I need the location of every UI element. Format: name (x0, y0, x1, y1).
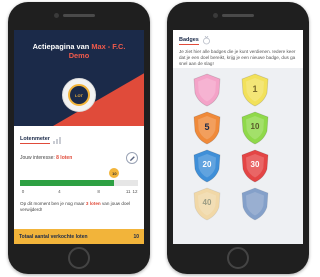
page-title-prefix: Actiepagina van (32, 42, 90, 51)
phone-left: Actiepagina van Max - F.C. Demo LOT Lote… (8, 2, 150, 274)
goal-hint: Op dit moment ben je nog maar 3 loten va… (14, 196, 144, 213)
interest-label: Jouw interesse: 8 loten (20, 155, 72, 161)
interest-row: Jouw interesse: 8 loten (14, 144, 144, 164)
badge-shield[interactable]: 10 (240, 111, 270, 145)
lottery-meter-title: Lotenmeter (20, 136, 50, 144)
total-sold-label: Totaal aantal verkochte loten (19, 233, 88, 240)
interest-label-text: Jouw interesse: (20, 155, 55, 161)
hint-prefix: Op dit moment ben je nog maar (20, 201, 85, 206)
badge-number: 20 (202, 160, 212, 169)
badge-shield[interactable]: 30 (240, 149, 270, 183)
shield-icon (193, 73, 221, 107)
badges-grid: 1 5 10 20 30 40 (173, 68, 303, 244)
interest-value: 8 loten (56, 155, 73, 161)
page-title-name: Max - F.C. (91, 42, 126, 51)
badges-screen: Badges Je ziet hier alle badges die je k… (173, 30, 303, 244)
badge-number: 1 (252, 84, 258, 94)
badge-number: 10 (250, 122, 260, 131)
camera-icon (213, 13, 218, 18)
badge-number: 30 (250, 160, 260, 169)
badge-shield[interactable]: 40 (192, 187, 222, 221)
hint-highlight: 3 loten (85, 201, 101, 206)
lottery-progress-bar: 10 (20, 168, 138, 188)
hero-banner: Actiepagina van Max - F.C. Demo LOT (14, 30, 144, 126)
badges-header: Badges (173, 30, 303, 45)
club-logo: LOT (62, 78, 96, 112)
crest-text: LOT (75, 92, 83, 98)
badge-shield[interactable]: 5 (192, 111, 222, 145)
crest-icon: LOT (68, 84, 90, 106)
total-sold-bar: Totaal aantal verkochte loten 10 (14, 229, 144, 244)
badge-shield[interactable]: 20 (192, 149, 222, 183)
camera-icon (54, 13, 59, 18)
bar-chart-icon (52, 136, 61, 144)
badge-number: 40 (202, 198, 212, 207)
badge-shield[interactable]: 1 (240, 73, 270, 107)
badge-number: 5 (204, 122, 210, 132)
lottery-meter-header: Lotenmeter (14, 126, 144, 144)
speaker-grille (222, 14, 254, 17)
home-button[interactable] (227, 247, 249, 269)
badges-title: Badges (179, 36, 199, 45)
page-title: Actiepagina van Max - F.C. Demo (18, 42, 140, 60)
edit-goal-button[interactable] (126, 152, 138, 164)
pencil-icon (129, 155, 135, 161)
badge-shield[interactable] (192, 73, 222, 107)
progress-tick: 0 (21, 189, 25, 194)
action-page-screen: Actiepagina van Max - F.C. Demo LOT Lote… (14, 30, 144, 244)
progress-ticks: 0 4 8 11 12 (20, 189, 138, 196)
progress-marker: 10 (109, 168, 120, 178)
badges-description: Je ziet hier alle badges die je kunt ver… (179, 49, 296, 66)
progress-marker-value: 10 (112, 170, 117, 176)
home-button[interactable] (68, 247, 90, 269)
progress-tick: 4 (58, 189, 61, 194)
badge-shield[interactable] (240, 187, 270, 221)
total-sold-value: 10 (133, 233, 139, 240)
progress-tick: 8 (97, 189, 100, 194)
shield-icon (241, 187, 269, 221)
medal-icon (202, 36, 210, 45)
speaker-grille (63, 14, 95, 17)
phone-right: Badges Je ziet hier alle badges die je k… (167, 2, 309, 274)
progress-fill (20, 180, 115, 186)
progress-tick: 11 (125, 189, 131, 194)
page-title-line2: Demo (68, 51, 90, 60)
progress-tick: 12 (132, 189, 138, 194)
